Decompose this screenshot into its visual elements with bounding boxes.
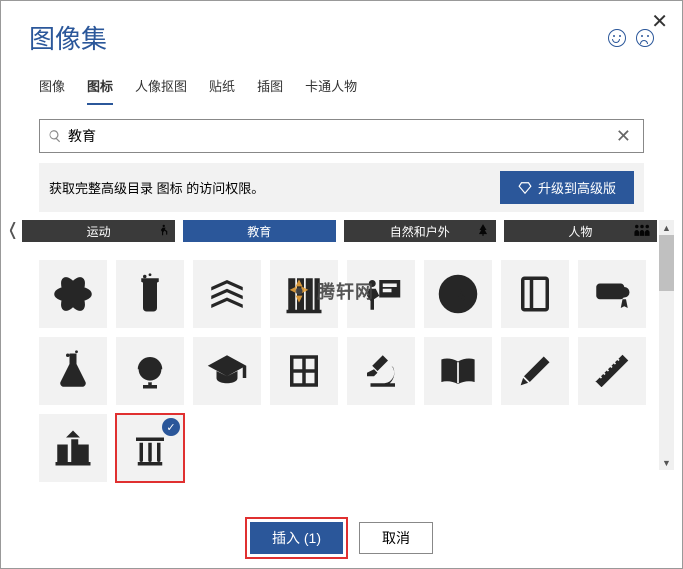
icon-grid: [31, 242, 651, 482]
scroll-thumb[interactable]: [659, 235, 674, 291]
tree-icon: [476, 223, 490, 240]
category-nature[interactable]: 自然和户外: [344, 220, 497, 242]
icon-flask[interactable]: [39, 337, 107, 405]
category-row: 运动 教育 自然和户外 人物: [22, 220, 656, 242]
insert-button[interactable]: 插入 (1): [250, 522, 343, 554]
clear-search-icon[interactable]: ✕: [612, 126, 635, 147]
tab-images[interactable]: 图像: [39, 76, 65, 105]
category-people[interactable]: 人物: [504, 220, 657, 242]
icon-calculator[interactable]: [270, 337, 338, 405]
promo-bar: 获取完整高级目录 图标 的访问权限。 升级到高级版: [39, 163, 644, 212]
runner-icon: [155, 223, 169, 240]
feedback-happy-icon[interactable]: [608, 29, 626, 47]
icon-beaker[interactable]: [116, 260, 184, 328]
icon-test-tubes[interactable]: [116, 414, 184, 482]
dialog-title: 图像集: [29, 19, 107, 56]
tab-cartoon[interactable]: 卡通人物: [305, 76, 357, 105]
icon-open-book[interactable]: [424, 337, 492, 405]
icon-bookshelf[interactable]: [270, 260, 338, 328]
icon-microscope[interactable]: [347, 337, 415, 405]
icon-diploma[interactable]: [578, 260, 646, 328]
tab-bar: 图像 图标 人像抠图 贴纸 插图 卡通人物: [1, 64, 682, 105]
icon-pencil[interactable]: [501, 337, 569, 405]
scrollbar[interactable]: ▲ ▼: [659, 220, 674, 470]
icon-school[interactable]: [39, 414, 107, 482]
search-icon: [48, 129, 62, 143]
icon-globe[interactable]: [116, 337, 184, 405]
promo-text: 获取完整高级目录 图标 的访问权限。: [49, 178, 264, 197]
feedback-sad-icon[interactable]: [636, 29, 654, 47]
icon-presentation[interactable]: [347, 260, 415, 328]
tab-cutout[interactable]: 人像抠图: [135, 76, 187, 105]
icon-notebook[interactable]: [501, 260, 569, 328]
upgrade-button[interactable]: 升级到高级版: [500, 171, 634, 204]
scroll-up-icon[interactable]: ▲: [659, 220, 674, 235]
search-field: ✕: [39, 119, 644, 153]
cancel-button[interactable]: 取消: [359, 522, 433, 554]
icon-clock[interactable]: [424, 260, 492, 328]
category-scroll-left[interactable]: ‹: [3, 202, 22, 254]
tab-illust[interactable]: 插图: [257, 76, 283, 105]
tab-stickers[interactable]: 贴纸: [209, 76, 235, 105]
icon-atom[interactable]: [39, 260, 107, 328]
scroll-down-icon[interactable]: ▼: [659, 455, 674, 470]
selected-check-icon: [162, 418, 180, 436]
category-education[interactable]: 教育: [183, 220, 336, 242]
category-sports[interactable]: 运动: [22, 220, 175, 242]
icon-books[interactable]: [193, 260, 261, 328]
icon-ruler[interactable]: [578, 337, 646, 405]
diamond-icon: [518, 181, 532, 195]
icon-grad-cap[interactable]: [193, 337, 261, 405]
search-input[interactable]: [68, 128, 612, 144]
people-icon: [633, 223, 651, 240]
close-icon[interactable]: ✕: [651, 9, 668, 34]
tab-icons[interactable]: 图标: [87, 76, 113, 105]
